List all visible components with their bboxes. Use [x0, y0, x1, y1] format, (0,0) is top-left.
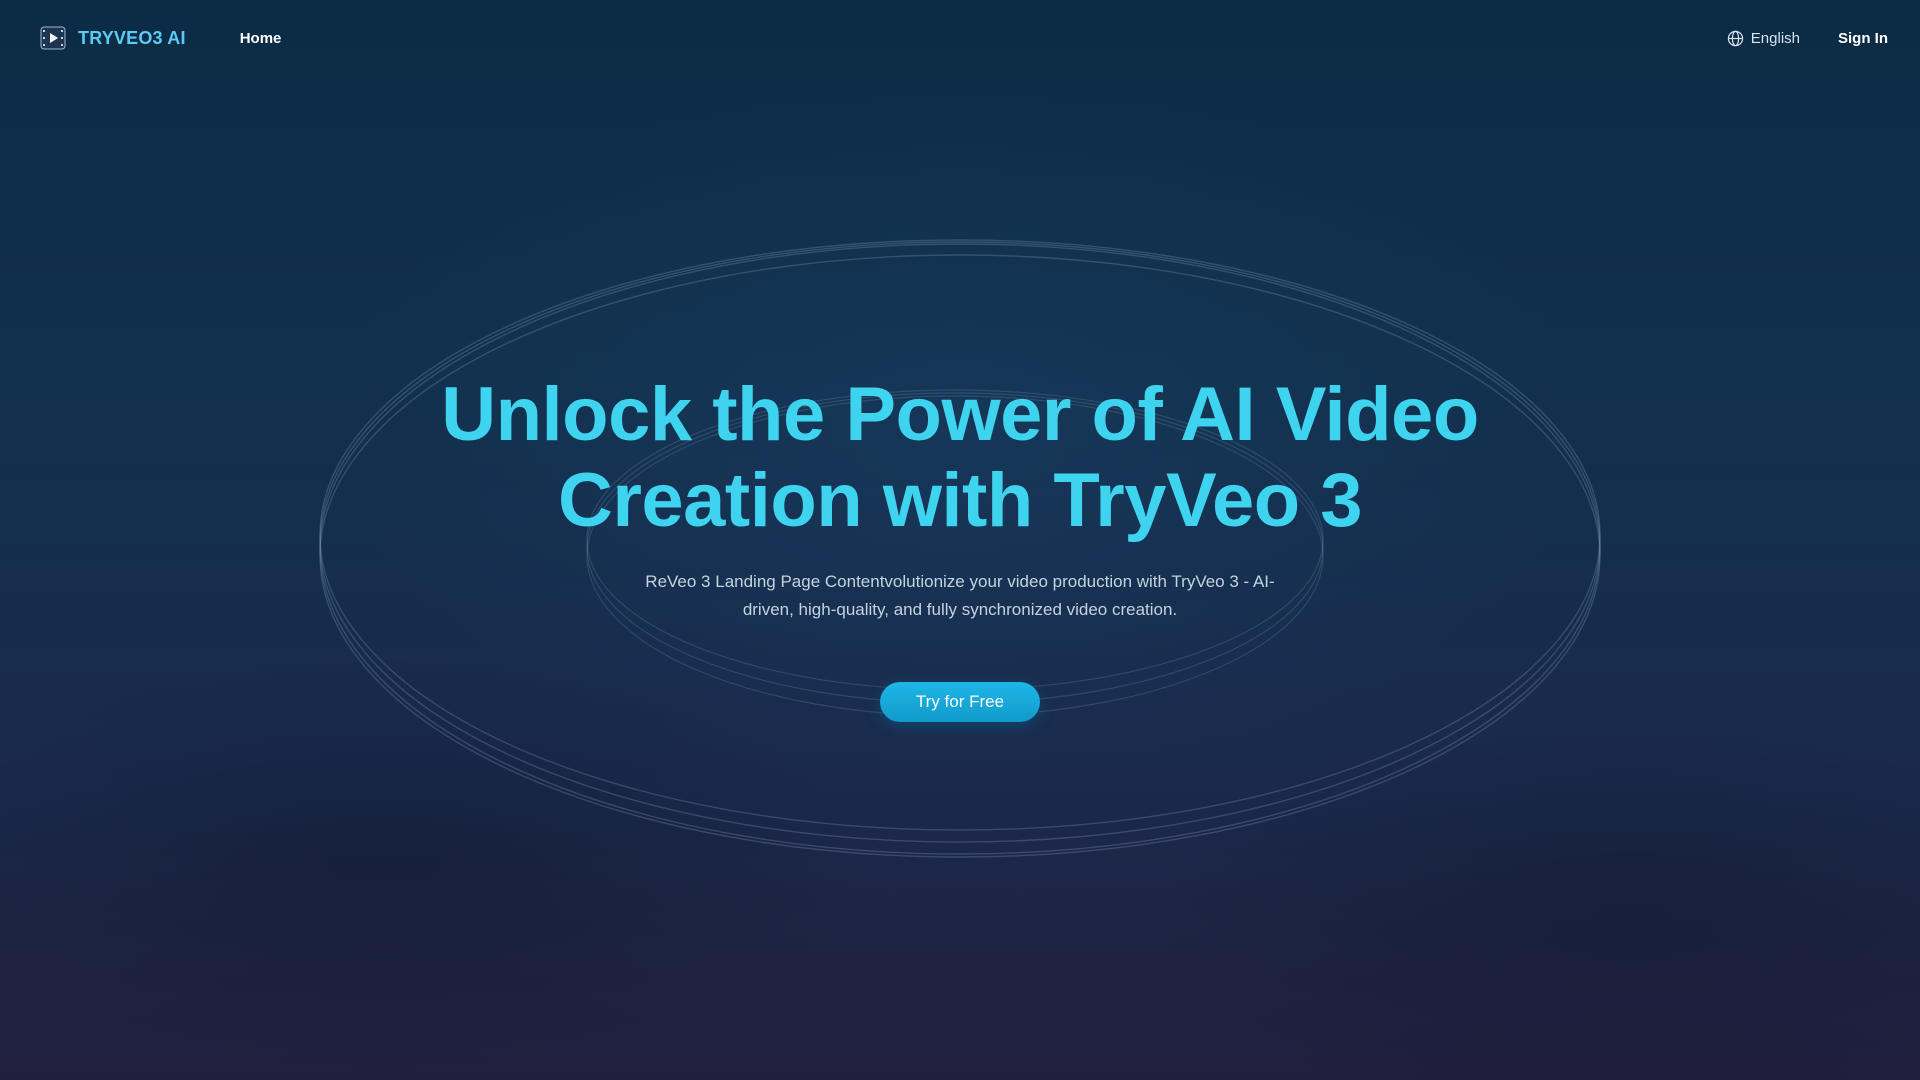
- hero-title-line-1: Unlock the Power of AI Video: [441, 372, 1479, 457]
- brand-name: TRYVEO3 AI: [78, 27, 186, 48]
- language-selector[interactable]: English: [1727, 30, 1800, 47]
- header-actions: English Sign In: [1727, 30, 1888, 47]
- try-for-free-button[interactable]: Try for Free: [880, 682, 1040, 722]
- hero-title-line-2: Creation with TryVeo 3: [557, 458, 1363, 543]
- top-navbar: TRYVEO3 AI Home English Sign In: [0, 0, 1920, 76]
- brand-logo-link[interactable]: TRYVEO3 AI: [40, 25, 186, 51]
- language-label: English: [1750, 29, 1800, 47]
- nav-link-home[interactable]: Home: [240, 30, 282, 47]
- sign-in-button[interactable]: Sign In: [1838, 30, 1888, 47]
- globe-icon: [1727, 30, 1743, 46]
- hero-title: Unlock the Power of AI Video Creation wi…: [0, 372, 1920, 544]
- video-play-icon: [40, 26, 66, 50]
- hero-description: ReVeo 3 Landing Page Contentvolutionize …: [645, 572, 1275, 619]
